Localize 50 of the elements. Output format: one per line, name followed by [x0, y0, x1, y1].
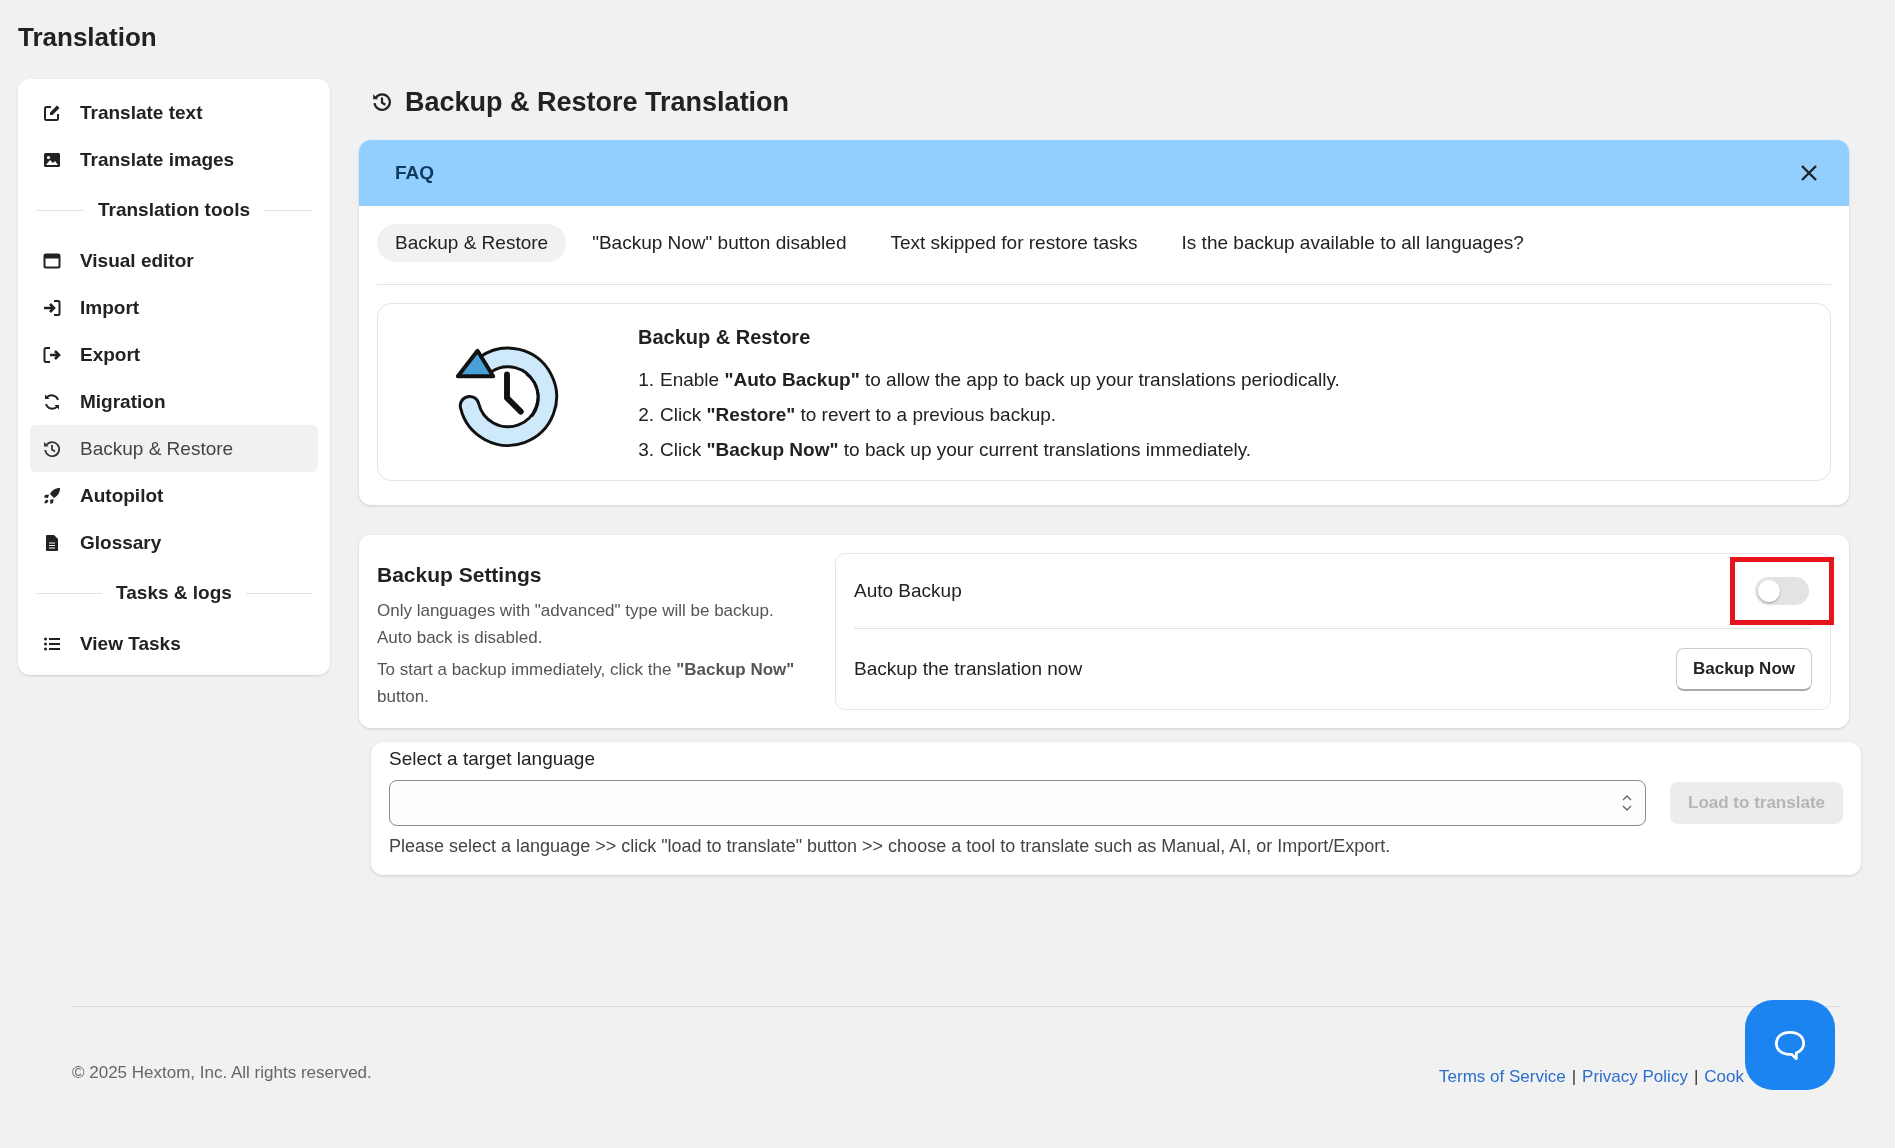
language-select[interactable]	[389, 780, 1647, 826]
setting-label: Auto Backup	[854, 580, 962, 602]
faq-tab[interactable]: "Backup Now" button disabled	[574, 224, 865, 262]
settings-description: Only languages with "advanced" type will be backup.	[377, 600, 775, 622]
export-icon	[42, 344, 62, 365]
rocket-icon	[42, 485, 62, 506]
footer-link[interactable]: Terms of Service	[1439, 1067, 1566, 1087]
step-number: 1.	[638, 368, 654, 392]
sidebar-item[interactable]: View Tasks	[30, 620, 318, 667]
copyright-text: © 2025 Hextom, Inc. All rights reserved.	[72, 1063, 372, 1083]
sidebar-item[interactable]: Import	[30, 284, 318, 331]
step-number: 2.	[638, 403, 654, 427]
chat-button[interactable]	[1745, 1000, 1835, 1090]
field-label: Select a target language	[389, 748, 596, 770]
sidebar-item[interactable]: Glossary	[30, 519, 318, 566]
sidebar-item[interactable]: Visual editor	[30, 237, 318, 284]
instruction-step: Click "Backup Now" to back up your current translations immediately.	[660, 437, 1252, 462]
language-hint: Please select a language >> click "load to translate" button >> choose a tool to translate such as Manual, AI, or Import/Export.	[389, 836, 1392, 857]
setting-label: Backup the translation now	[854, 658, 1083, 680]
link-separator: |	[1693, 1067, 1699, 1087]
backup-now-button[interactable]: Backup Now	[1675, 647, 1812, 691]
toggle-switch[interactable]	[1755, 577, 1809, 605]
faq-tab[interactable]: Backup & Restore	[377, 224, 567, 262]
faq-answer-title: Backup & Restore	[638, 326, 812, 349]
sidebar-item[interactable]: Backup & Restore	[30, 425, 318, 472]
sidebar-item[interactable]: Translate images	[30, 136, 318, 183]
import-icon	[42, 297, 62, 318]
history-icon	[371, 91, 393, 113]
settings-hint: To start a backup immediately, click the "Backup Now" button.	[377, 659, 796, 708]
history-icon	[42, 438, 62, 459]
section-heading: Translation tools	[98, 199, 250, 221]
step-number: 3.	[638, 438, 654, 462]
refresh-icon	[42, 391, 62, 412]
faq-tab[interactable]: Is the backup available to all languages?	[1163, 224, 1542, 262]
link-separator: |	[1571, 1067, 1577, 1087]
footer-link[interactable]: Privacy Policy	[1582, 1067, 1688, 1087]
page-heading: Backup & Restore Translation	[405, 86, 790, 118]
footer-link[interactable]: Cook	[1704, 1067, 1744, 1087]
faq-title: FAQ	[395, 162, 435, 184]
sidebar-item[interactable]: Migration	[30, 378, 318, 425]
instruction-step: Enable "Auto Backup" to allow the app to back up your translations periodically.	[660, 367, 1340, 392]
sidebar-item[interactable]: Autopilot	[30, 472, 318, 519]
section-heading: Tasks & logs	[116, 582, 232, 604]
sidebar-item[interactable]: Export	[30, 331, 318, 378]
instruction-step: Click "Restore" to revert to a previous backup.	[660, 402, 1057, 427]
sidebar-item[interactable]: Translate text	[30, 89, 318, 136]
page-title: Translation	[18, 21, 158, 54]
faq-tab[interactable]: Text skipped for restore tasks	[872, 224, 1156, 262]
settings-description: Auto back is disabled.	[377, 627, 544, 649]
settings-title: Backup Settings	[377, 563, 543, 587]
